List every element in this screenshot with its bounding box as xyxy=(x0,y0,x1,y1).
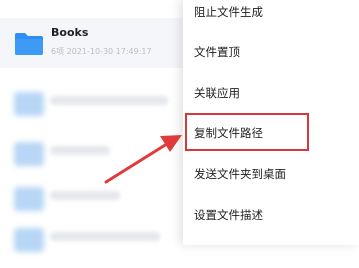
annotation-arrow xyxy=(104,135,182,184)
